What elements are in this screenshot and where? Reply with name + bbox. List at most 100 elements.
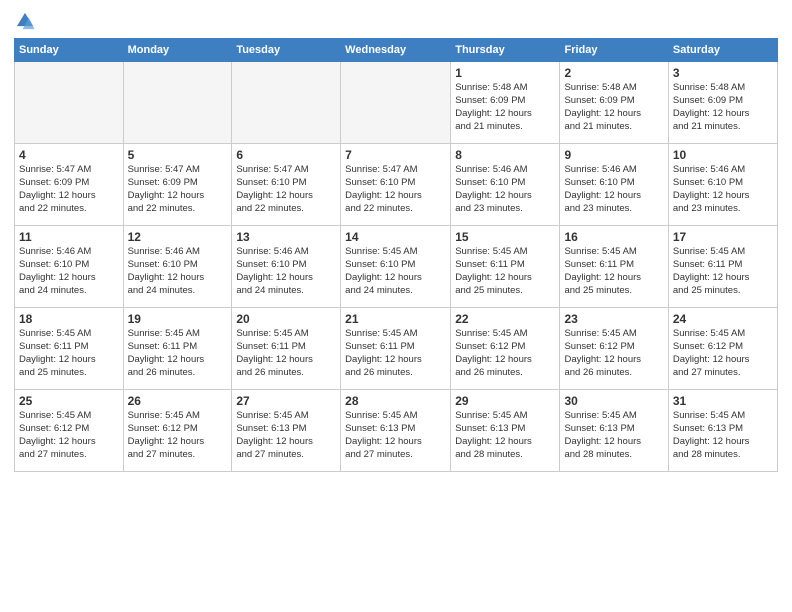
- day-number: 24: [673, 311, 773, 327]
- day-number: 13: [236, 229, 336, 245]
- calendar-cell: 21Sunrise: 5:45 AM Sunset: 6:11 PM Dayli…: [341, 308, 451, 390]
- calendar-cell: 1Sunrise: 5:48 AM Sunset: 6:09 PM Daylig…: [451, 62, 560, 144]
- calendar-cell: 11Sunrise: 5:46 AM Sunset: 6:10 PM Dayli…: [15, 226, 124, 308]
- day-info: Sunrise: 5:45 AM Sunset: 6:13 PM Dayligh…: [236, 410, 336, 461]
- calendar-cell: [15, 62, 124, 144]
- day-info: Sunrise: 5:45 AM Sunset: 6:11 PM Dayligh…: [345, 328, 446, 379]
- weekday-header-row: SundayMondayTuesdayWednesdayThursdayFrid…: [15, 39, 778, 62]
- calendar-cell: 19Sunrise: 5:45 AM Sunset: 6:11 PM Dayli…: [123, 308, 232, 390]
- calendar-cell: 12Sunrise: 5:46 AM Sunset: 6:10 PM Dayli…: [123, 226, 232, 308]
- day-info: Sunrise: 5:48 AM Sunset: 6:09 PM Dayligh…: [455, 82, 555, 133]
- day-info: Sunrise: 5:47 AM Sunset: 6:10 PM Dayligh…: [345, 164, 446, 215]
- day-info: Sunrise: 5:47 AM Sunset: 6:09 PM Dayligh…: [128, 164, 228, 215]
- calendar-cell: 2Sunrise: 5:48 AM Sunset: 6:09 PM Daylig…: [560, 62, 668, 144]
- calendar-cell: 24Sunrise: 5:45 AM Sunset: 6:12 PM Dayli…: [668, 308, 777, 390]
- day-number: 7: [345, 147, 446, 163]
- day-number: 17: [673, 229, 773, 245]
- day-info: Sunrise: 5:46 AM Sunset: 6:10 PM Dayligh…: [673, 164, 773, 215]
- day-number: 9: [564, 147, 663, 163]
- week-row-3: 11Sunrise: 5:46 AM Sunset: 6:10 PM Dayli…: [15, 226, 778, 308]
- day-number: 8: [455, 147, 555, 163]
- calendar-cell: 31Sunrise: 5:45 AM Sunset: 6:13 PM Dayli…: [668, 390, 777, 472]
- calendar-cell: 27Sunrise: 5:45 AM Sunset: 6:13 PM Dayli…: [232, 390, 341, 472]
- day-number: 20: [236, 311, 336, 327]
- day-info: Sunrise: 5:45 AM Sunset: 6:12 PM Dayligh…: [564, 328, 663, 379]
- day-info: Sunrise: 5:45 AM Sunset: 6:12 PM Dayligh…: [19, 410, 119, 461]
- day-info: Sunrise: 5:45 AM Sunset: 6:12 PM Dayligh…: [455, 328, 555, 379]
- day-info: Sunrise: 5:46 AM Sunset: 6:10 PM Dayligh…: [128, 246, 228, 297]
- calendar-cell: 3Sunrise: 5:48 AM Sunset: 6:09 PM Daylig…: [668, 62, 777, 144]
- day-number: 1: [455, 65, 555, 81]
- calendar-cell: 23Sunrise: 5:45 AM Sunset: 6:12 PM Dayli…: [560, 308, 668, 390]
- weekday-header-monday: Monday: [123, 39, 232, 62]
- day-number: 14: [345, 229, 446, 245]
- weekday-header-tuesday: Tuesday: [232, 39, 341, 62]
- calendar-cell: 13Sunrise: 5:46 AM Sunset: 6:10 PM Dayli…: [232, 226, 341, 308]
- calendar-cell: 30Sunrise: 5:45 AM Sunset: 6:13 PM Dayli…: [560, 390, 668, 472]
- calendar-cell: 7Sunrise: 5:47 AM Sunset: 6:10 PM Daylig…: [341, 144, 451, 226]
- calendar-cell: 22Sunrise: 5:45 AM Sunset: 6:12 PM Dayli…: [451, 308, 560, 390]
- calendar-cell: 10Sunrise: 5:46 AM Sunset: 6:10 PM Dayli…: [668, 144, 777, 226]
- day-info: Sunrise: 5:47 AM Sunset: 6:09 PM Dayligh…: [19, 164, 119, 215]
- day-number: 16: [564, 229, 663, 245]
- calendar-cell: 17Sunrise: 5:45 AM Sunset: 6:11 PM Dayli…: [668, 226, 777, 308]
- calendar-cell: 16Sunrise: 5:45 AM Sunset: 6:11 PM Dayli…: [560, 226, 668, 308]
- calendar-cell: 9Sunrise: 5:46 AM Sunset: 6:10 PM Daylig…: [560, 144, 668, 226]
- day-info: Sunrise: 5:46 AM Sunset: 6:10 PM Dayligh…: [19, 246, 119, 297]
- day-info: Sunrise: 5:45 AM Sunset: 6:13 PM Dayligh…: [564, 410, 663, 461]
- weekday-header-wednesday: Wednesday: [341, 39, 451, 62]
- weekday-header-thursday: Thursday: [451, 39, 560, 62]
- day-info: Sunrise: 5:47 AM Sunset: 6:10 PM Dayligh…: [236, 164, 336, 215]
- day-number: 28: [345, 393, 446, 409]
- calendar-cell: 18Sunrise: 5:45 AM Sunset: 6:11 PM Dayli…: [15, 308, 124, 390]
- day-info: Sunrise: 5:48 AM Sunset: 6:09 PM Dayligh…: [564, 82, 663, 133]
- calendar-cell: 29Sunrise: 5:45 AM Sunset: 6:13 PM Dayli…: [451, 390, 560, 472]
- day-number: 2: [564, 65, 663, 81]
- calendar-cell: [123, 62, 232, 144]
- day-number: 29: [455, 393, 555, 409]
- day-info: Sunrise: 5:45 AM Sunset: 6:10 PM Dayligh…: [345, 246, 446, 297]
- calendar-cell: 20Sunrise: 5:45 AM Sunset: 6:11 PM Dayli…: [232, 308, 341, 390]
- calendar-cell: 14Sunrise: 5:45 AM Sunset: 6:10 PM Dayli…: [341, 226, 451, 308]
- day-number: 11: [19, 229, 119, 245]
- day-number: 10: [673, 147, 773, 163]
- day-number: 22: [455, 311, 555, 327]
- day-info: Sunrise: 5:45 AM Sunset: 6:12 PM Dayligh…: [673, 328, 773, 379]
- day-info: Sunrise: 5:45 AM Sunset: 6:13 PM Dayligh…: [345, 410, 446, 461]
- day-number: 25: [19, 393, 119, 409]
- day-number: 3: [673, 65, 773, 81]
- calendar: SundayMondayTuesdayWednesdayThursdayFrid…: [14, 38, 778, 472]
- day-info: Sunrise: 5:46 AM Sunset: 6:10 PM Dayligh…: [564, 164, 663, 215]
- day-info: Sunrise: 5:45 AM Sunset: 6:13 PM Dayligh…: [673, 410, 773, 461]
- day-info: Sunrise: 5:46 AM Sunset: 6:10 PM Dayligh…: [455, 164, 555, 215]
- page: SundayMondayTuesdayWednesdayThursdayFrid…: [0, 0, 792, 612]
- day-info: Sunrise: 5:45 AM Sunset: 6:11 PM Dayligh…: [455, 246, 555, 297]
- logo-icon: [14, 10, 36, 32]
- calendar-cell: [341, 62, 451, 144]
- weekday-header-sunday: Sunday: [15, 39, 124, 62]
- calendar-cell: 15Sunrise: 5:45 AM Sunset: 6:11 PM Dayli…: [451, 226, 560, 308]
- week-row-1: 1Sunrise: 5:48 AM Sunset: 6:09 PM Daylig…: [15, 62, 778, 144]
- logo: [14, 10, 40, 32]
- calendar-cell: 5Sunrise: 5:47 AM Sunset: 6:09 PM Daylig…: [123, 144, 232, 226]
- week-row-2: 4Sunrise: 5:47 AM Sunset: 6:09 PM Daylig…: [15, 144, 778, 226]
- day-number: 31: [673, 393, 773, 409]
- day-info: Sunrise: 5:45 AM Sunset: 6:11 PM Dayligh…: [128, 328, 228, 379]
- day-number: 23: [564, 311, 663, 327]
- day-number: 19: [128, 311, 228, 327]
- day-info: Sunrise: 5:48 AM Sunset: 6:09 PM Dayligh…: [673, 82, 773, 133]
- day-info: Sunrise: 5:45 AM Sunset: 6:11 PM Dayligh…: [19, 328, 119, 379]
- day-info: Sunrise: 5:45 AM Sunset: 6:11 PM Dayligh…: [236, 328, 336, 379]
- weekday-header-saturday: Saturday: [668, 39, 777, 62]
- calendar-cell: 26Sunrise: 5:45 AM Sunset: 6:12 PM Dayli…: [123, 390, 232, 472]
- weekday-header-friday: Friday: [560, 39, 668, 62]
- day-number: 18: [19, 311, 119, 327]
- day-number: 6: [236, 147, 336, 163]
- day-number: 15: [455, 229, 555, 245]
- day-number: 5: [128, 147, 228, 163]
- day-info: Sunrise: 5:45 AM Sunset: 6:13 PM Dayligh…: [455, 410, 555, 461]
- calendar-cell: 25Sunrise: 5:45 AM Sunset: 6:12 PM Dayli…: [15, 390, 124, 472]
- day-info: Sunrise: 5:45 AM Sunset: 6:12 PM Dayligh…: [128, 410, 228, 461]
- week-row-4: 18Sunrise: 5:45 AM Sunset: 6:11 PM Dayli…: [15, 308, 778, 390]
- calendar-cell: [232, 62, 341, 144]
